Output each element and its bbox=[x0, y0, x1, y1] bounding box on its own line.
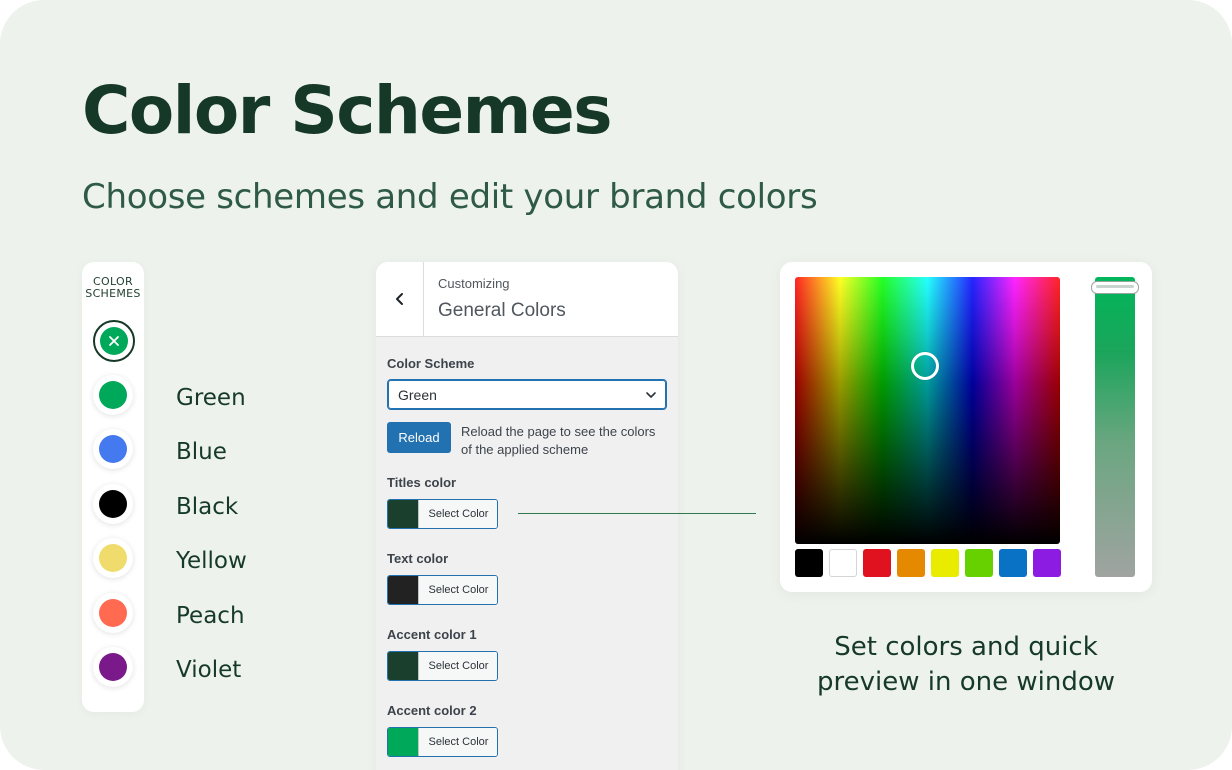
scheme-swatch-violet[interactable] bbox=[93, 647, 133, 687]
scheme-swatch-green[interactable] bbox=[93, 375, 133, 415]
scheme-reset-swatch[interactable] bbox=[93, 320, 135, 362]
color-scheme-value: Green bbox=[398, 387, 437, 403]
page-title: Color Schemes bbox=[82, 72, 613, 149]
customizer-header: Customizing General Colors bbox=[376, 262, 678, 337]
color-chip bbox=[388, 728, 418, 756]
palette-swatch[interactable] bbox=[829, 549, 857, 577]
reload-button[interactable]: Reload bbox=[387, 422, 451, 453]
titles-color-button[interactable]: Select Color bbox=[387, 499, 498, 529]
palette-swatch[interactable] bbox=[897, 549, 925, 577]
text-color-label: Text color bbox=[387, 551, 449, 566]
select-color-label: Select Color bbox=[418, 728, 497, 756]
select-color-label: Select Color bbox=[418, 500, 497, 528]
breadcrumb: Customizing bbox=[438, 276, 510, 291]
select-color-label: Select Color bbox=[418, 652, 497, 680]
color-schemes-title: COLOR SCHEMES bbox=[85, 275, 141, 300]
scheme-swatch-yellow[interactable] bbox=[93, 538, 133, 578]
scheme-name-yellow: Yellow bbox=[176, 548, 247, 574]
accent-color-1-button[interactable]: Select Color bbox=[387, 651, 498, 681]
color-scheme-label: Color Scheme bbox=[387, 356, 475, 371]
swatch-dot bbox=[99, 653, 127, 681]
color-picker bbox=[780, 262, 1152, 592]
swatch-dot bbox=[99, 381, 127, 409]
swatch-dot bbox=[99, 544, 127, 572]
titles-color-label: Titles color bbox=[387, 475, 457, 490]
color-schemes-panel: COLOR SCHEMES bbox=[82, 262, 144, 712]
chevron-left-icon bbox=[395, 293, 403, 305]
back-button[interactable] bbox=[376, 262, 424, 336]
connector-line bbox=[518, 513, 756, 514]
text-color-button[interactable]: Select Color bbox=[387, 575, 498, 605]
color-spectrum[interactable] bbox=[795, 277, 1060, 544]
picker-caption: Set colors and quick preview in one wind… bbox=[816, 632, 1115, 697]
scheme-name-green: Green bbox=[176, 385, 246, 411]
swatch-dot bbox=[99, 599, 127, 627]
hero-canvas: Color Schemes Choose schemes and edit yo… bbox=[0, 0, 1232, 770]
scheme-name-blue: Blue bbox=[176, 439, 227, 465]
select-color-label: Select Color bbox=[418, 576, 497, 604]
scheme-swatch-black[interactable] bbox=[93, 484, 133, 524]
hue-strip[interactable] bbox=[1095, 277, 1135, 577]
palette-swatch[interactable] bbox=[931, 549, 959, 577]
swatch-dot bbox=[99, 490, 127, 518]
color-chip bbox=[388, 652, 418, 680]
picker-handle[interactable] bbox=[911, 352, 939, 380]
accent-color-2-button[interactable]: Select Color bbox=[387, 727, 498, 757]
scheme-name-black: Black bbox=[176, 494, 239, 520]
section-title: General Colors bbox=[438, 300, 566, 321]
chevron-down-icon bbox=[646, 392, 656, 398]
scheme-swatch-blue[interactable] bbox=[93, 429, 133, 469]
hue-slider-handle[interactable] bbox=[1091, 281, 1139, 294]
close-icon bbox=[100, 327, 128, 355]
accent-color-2-label: Accent color 2 bbox=[387, 703, 477, 718]
reload-note: Reload the page to see the colors of the… bbox=[461, 424, 656, 457]
palette-swatch[interactable] bbox=[1033, 549, 1061, 577]
palette-swatch[interactable] bbox=[965, 549, 993, 577]
swatch-dot bbox=[99, 435, 127, 463]
scheme-name-violet: Violet bbox=[176, 657, 242, 683]
palette-swatch[interactable] bbox=[795, 549, 823, 577]
page-subtitle: Choose schemes and edit your brand color… bbox=[82, 177, 818, 217]
scheme-swatch-peach[interactable] bbox=[93, 593, 133, 633]
color-chip bbox=[388, 500, 418, 528]
accent-color-1-label: Accent color 1 bbox=[387, 627, 477, 642]
palette-swatch[interactable] bbox=[999, 549, 1027, 577]
palette-swatch[interactable] bbox=[863, 549, 891, 577]
color-scheme-select[interactable]: Green bbox=[387, 379, 667, 410]
customizer-panel: Customizing General Colors Color Scheme … bbox=[376, 262, 678, 770]
color-chip bbox=[388, 576, 418, 604]
scheme-name-peach: Peach bbox=[176, 603, 245, 629]
